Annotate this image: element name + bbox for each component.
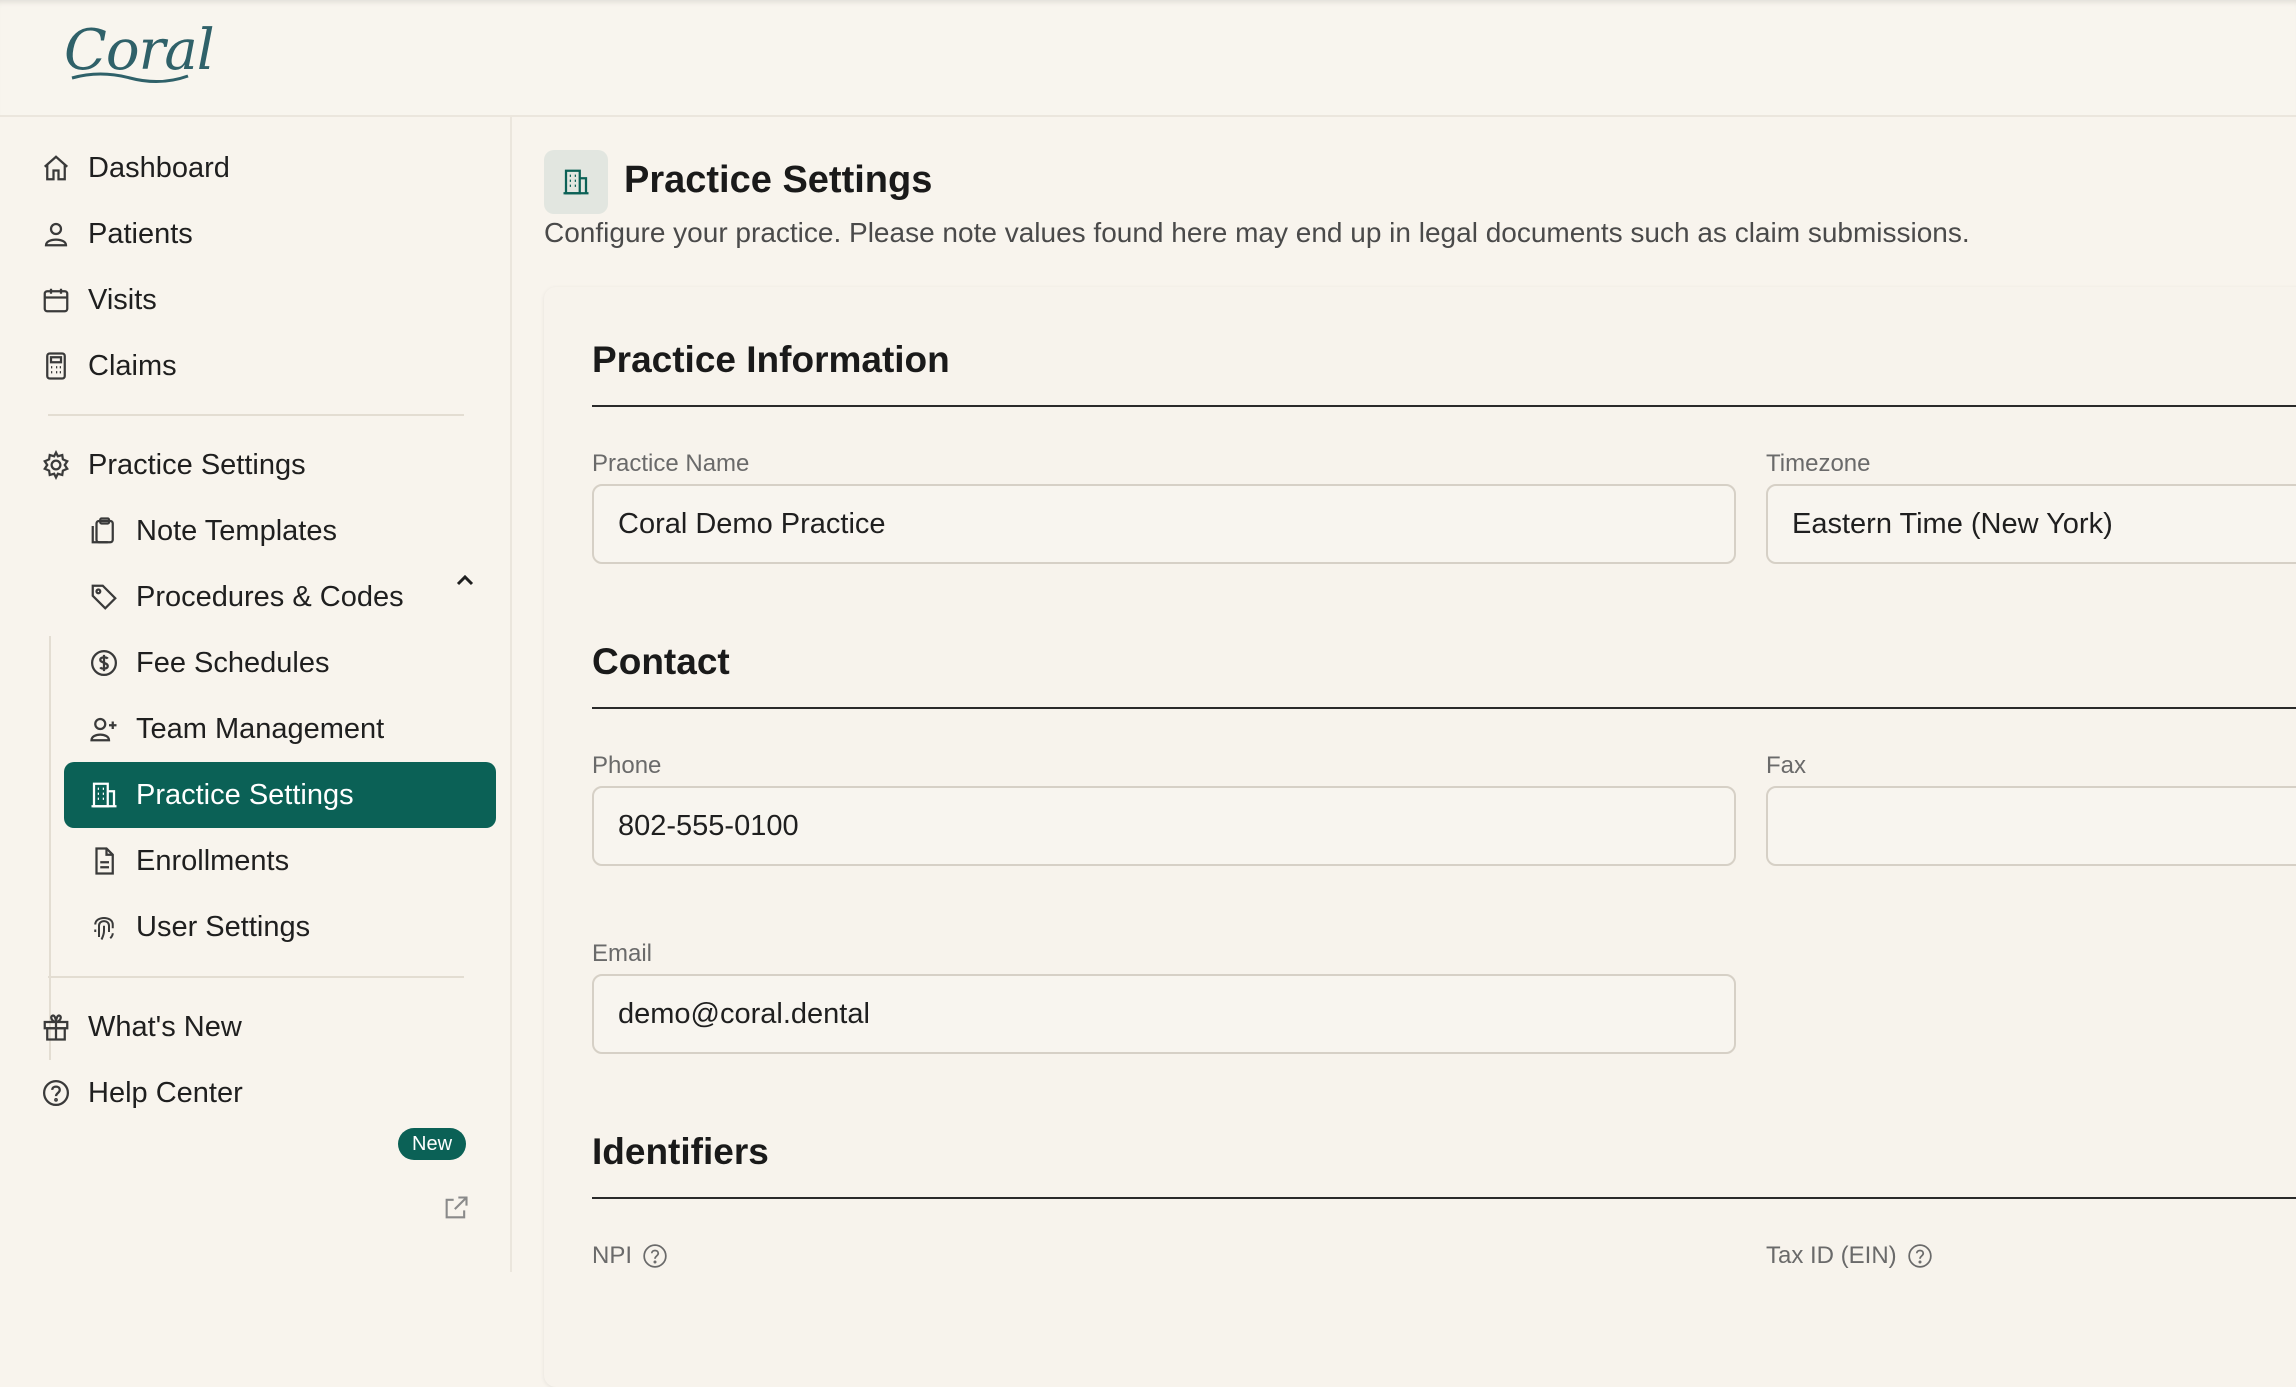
page-description: Configure your practice. Please note val…	[544, 217, 1970, 248]
npi-label-group: NPI	[592, 1242, 668, 1270]
sidebar-item-label: Dashboard	[88, 151, 230, 184]
sidebar-group-label: Practice Settings	[88, 448, 306, 481]
sidebar-item-claims[interactable]: Claims	[36, 337, 476, 395]
sidebar-item-label: User Settings	[136, 910, 311, 943]
phone-label: Phone	[592, 752, 662, 779]
fax-label: Fax	[1766, 752, 1807, 779]
user-plus-icon	[84, 709, 124, 749]
sidebar-group-practice-settings[interactable]: Practice Settings	[36, 436, 476, 494]
sidebar-item-label: Note Templates	[136, 514, 337, 547]
tax-id-label-group: Tax ID (EIN)	[1766, 1242, 1933, 1270]
home-icon	[36, 148, 76, 188]
dollar-circle-icon	[84, 643, 124, 683]
email-label: Email	[592, 940, 653, 967]
submenu-guide-line	[49, 636, 51, 1060]
npi-label: NPI	[592, 1242, 633, 1269]
sidebar-item-label: Team Management	[136, 712, 385, 745]
phone-input[interactable]: 802-555-0100	[592, 786, 1736, 866]
sidebar-item-help-center[interactable]: Help Center	[36, 1064, 476, 1122]
external-link-icon	[445, 1196, 468, 1219]
new-badge: New	[398, 1128, 467, 1160]
main-content: Practice Settings Configure your practic…	[514, 117, 2296, 1387]
section-rule	[592, 1197, 2296, 1199]
building-icon	[84, 775, 124, 815]
help-circle-icon[interactable]	[642, 1243, 668, 1269]
sidebar-item-team-management[interactable]: Team Management	[64, 696, 496, 762]
section-title-identifiers: Identifiers	[592, 1131, 769, 1172]
help-circle-icon[interactable]	[1907, 1243, 1933, 1269]
timezone-select[interactable]: Eastern Time (New York)	[1766, 484, 2296, 564]
calculator-icon	[36, 346, 76, 386]
sidebar-item-procedures-codes[interactable]: Procedures & Codes	[64, 564, 496, 630]
logo-wave-icon	[71, 72, 189, 83]
sidebar-item-note-templates[interactable]: Note Templates	[64, 498, 496, 564]
page-title: Practice Settings	[624, 159, 933, 201]
sidebar-item-label: Patients	[88, 217, 193, 250]
sidebar-item-label: Enrollments	[136, 844, 290, 877]
practice-name-label: Practice Name	[592, 450, 750, 477]
calendar-icon	[36, 280, 76, 320]
sidebar-item-label: Claims	[88, 349, 177, 382]
practice-name-input[interactable]: Coral Demo Practice	[592, 484, 1736, 564]
sidebar-item-label: Practice Settings	[136, 778, 354, 811]
timezone-label: Timezone	[1766, 450, 1871, 477]
sidebar-item-user-settings[interactable]: User Settings	[64, 894, 496, 960]
sidebar-divider	[48, 414, 464, 416]
building-icon	[544, 150, 608, 214]
sidebar-item-patients[interactable]: Patients	[36, 205, 476, 263]
sidebar-item-label: Help Center	[88, 1076, 243, 1109]
document-icon	[84, 841, 124, 881]
section-title-contact: Contact	[592, 641, 730, 682]
sidebar-item-practice-settings[interactable]: Practice Settings	[64, 762, 496, 828]
sidebar-divider	[48, 976, 464, 978]
sidebar: Dashboard Patients Visits Claims Practic…	[0, 117, 512, 1272]
fingerprint-icon	[84, 907, 124, 947]
section-rule	[592, 405, 2296, 407]
gift-icon	[36, 1007, 76, 1047]
sidebar-item-label: What's New	[88, 1010, 242, 1043]
user-icon	[36, 214, 76, 254]
top-bar: Coral	[0, 0, 2296, 117]
gear-icon	[36, 445, 76, 485]
sidebar-item-label: Fee Schedules	[136, 646, 330, 679]
sidebar-item-whats-new[interactable]: What's New	[36, 998, 476, 1056]
sidebar-item-fee-schedules[interactable]: Fee Schedules	[64, 630, 496, 696]
tax-id-label: Tax ID (EIN)	[1766, 1242, 1897, 1269]
sidebar-item-label: Procedures & Codes	[136, 580, 404, 613]
coral-logo[interactable]: Coral	[64, 18, 215, 83]
tag-icon	[84, 577, 124, 617]
clipboard-icon	[84, 511, 124, 551]
sidebar-item-label: Visits	[88, 283, 157, 316]
email-input[interactable]: demo@coral.dental	[592, 974, 1736, 1054]
sidebar-item-enrollments[interactable]: Enrollments	[64, 828, 496, 894]
settings-card: Practice Information Practice Name Coral…	[544, 287, 2296, 1387]
help-circle-icon	[36, 1073, 76, 1113]
section-title-practice-information: Practice Information	[592, 339, 950, 380]
section-rule	[592, 707, 2296, 709]
fax-input[interactable]	[1766, 786, 2296, 866]
sidebar-item-dashboard[interactable]: Dashboard	[36, 139, 476, 197]
sidebar-item-visits[interactable]: Visits	[36, 271, 476, 329]
